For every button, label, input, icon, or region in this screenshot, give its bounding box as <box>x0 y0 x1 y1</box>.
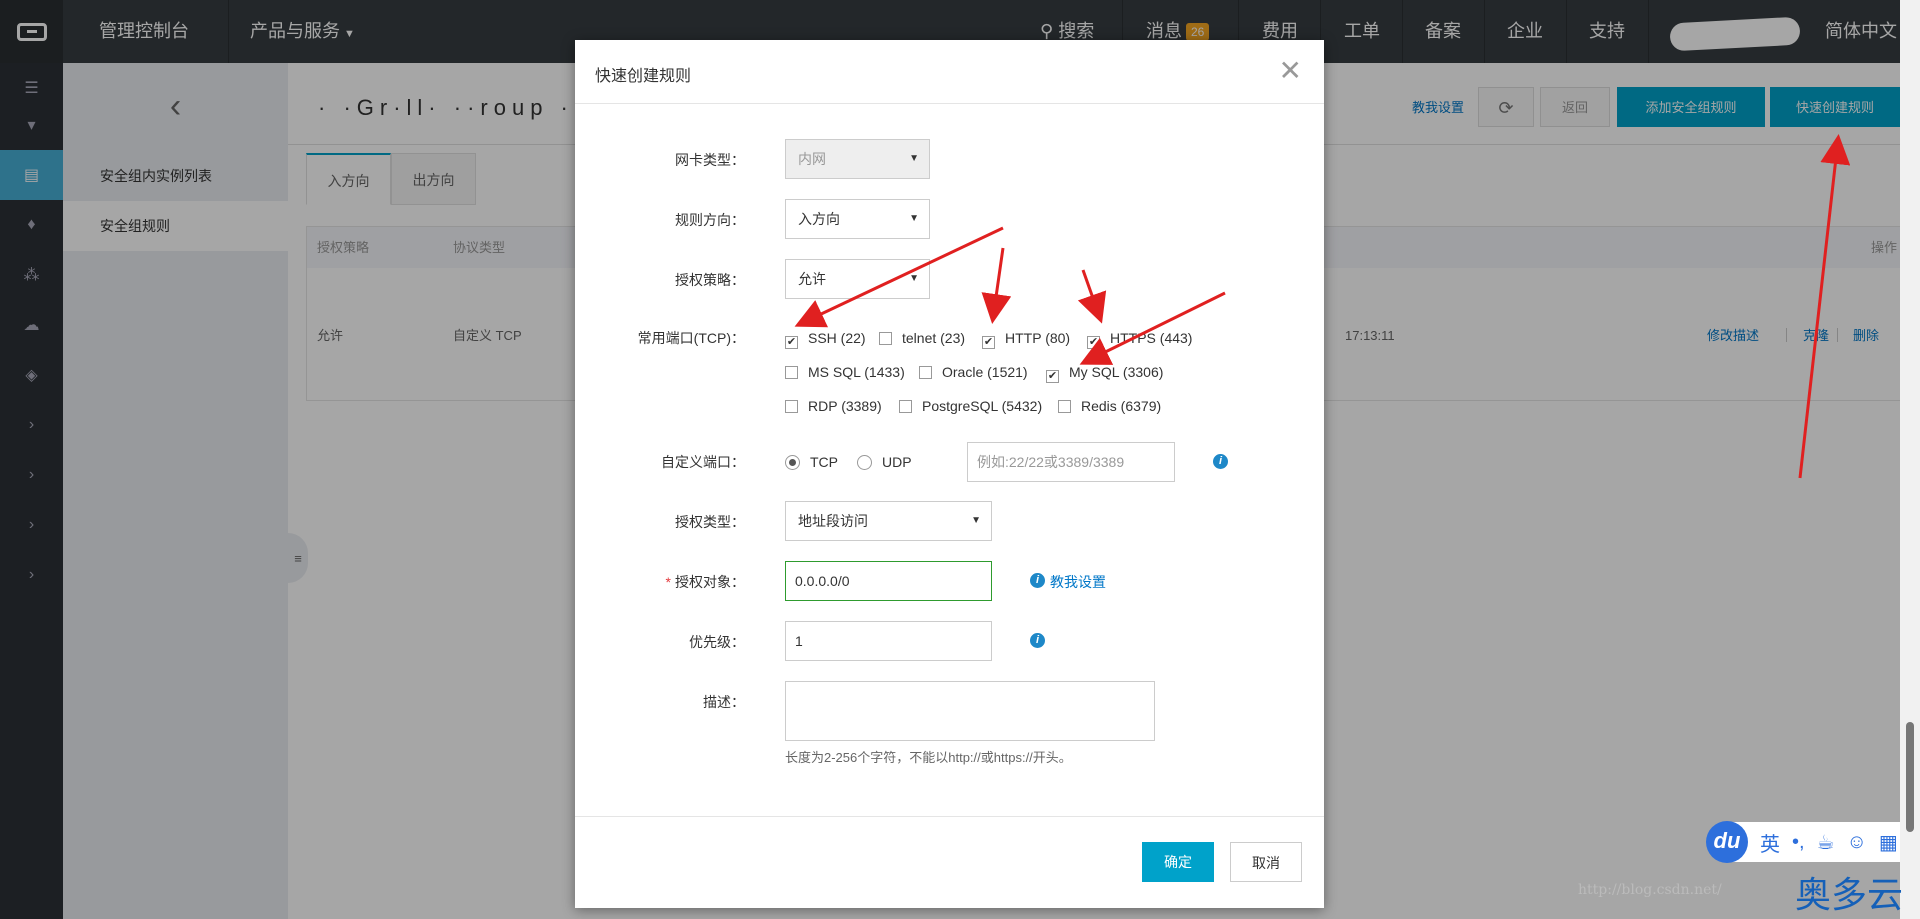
cup-icon[interactable]: ☕ <box>1817 830 1835 855</box>
nic-type-value: 内网 <box>798 151 826 167</box>
radio-off-icon <box>857 455 872 470</box>
watermark-url: http://blog.csdn.net/ <box>1578 882 1722 898</box>
port-checkbox[interactable]: RDP (3389) <box>785 396 882 416</box>
required-mark: * <box>665 574 671 590</box>
description-label: 描述： <box>703 694 745 710</box>
caret-down-icon: ▼ <box>971 515 981 526</box>
close-icon[interactable]: ✕ <box>1279 54 1302 87</box>
direction-label: 规则方向： <box>675 212 745 228</box>
port-checkbox[interactable]: Oracle (1521) <box>919 362 1028 382</box>
udp-radio[interactable]: UDP <box>857 452 912 472</box>
caret-down-icon: ▼ <box>909 153 919 164</box>
brand-logo: 奥多云 <box>1795 875 1904 916</box>
direction-value: 入方向 <box>798 211 840 227</box>
port-checkbox[interactable]: PostgreSQL (5432) <box>899 396 1042 416</box>
auth-type-label: 授权类型： <box>675 514 745 530</box>
port-label: RDP (3389) <box>808 398 882 414</box>
port-label: My SQL (3306) <box>1069 364 1164 380</box>
common-ports-label: 常用端口(TCP)： <box>637 330 745 346</box>
baidu-ime-icon[interactable]: du <box>1706 821 1748 863</box>
port-checkbox[interactable]: MS SQL (1433) <box>785 362 905 382</box>
radio-on-icon <box>785 455 800 470</box>
priority-label: 优先级： <box>689 634 745 650</box>
grid-icon[interactable]: ▦ <box>1879 830 1898 855</box>
page-scrollbar[interactable] <box>1900 0 1920 919</box>
checkbox-unchecked-icon <box>785 400 798 413</box>
port-checkbox[interactable]: ✔ HTTPS (443) <box>1087 328 1193 349</box>
priority-input[interactable]: 1 <box>785 621 992 661</box>
punctuation-icon[interactable]: •, <box>1792 831 1805 854</box>
direction-select[interactable]: 入方向 ▼ <box>785 199 930 239</box>
checkbox-checked-icon: ✔ <box>1046 370 1059 383</box>
dialog-title: 快速创建规则 <box>595 68 692 85</box>
port-checkbox[interactable]: ✔ SSH (22) <box>785 328 866 349</box>
quick-rule-dialog: 快速创建规则 ✕ 网卡类型： 内网 ▼ 规则方向： 入方向 ▼ 授权策略： 允许 ▼ … <box>575 40 1324 908</box>
nic-type-label: 网卡类型： <box>675 152 745 168</box>
dialog-header: 快速创建规则 ✕ <box>575 40 1324 104</box>
policy-select[interactable]: 允许 ▼ <box>785 259 930 299</box>
user-icon[interactable]: ☺ <box>1847 831 1867 854</box>
policy-value: 允许 <box>798 271 826 287</box>
info-icon[interactable]: i <box>1030 633 1045 648</box>
custom-port-label: 自定义端口： <box>661 454 745 470</box>
checkbox-unchecked-icon <box>919 366 932 379</box>
policy-label: 授权策略： <box>675 272 745 288</box>
checkbox-checked-icon: ✔ <box>982 336 995 349</box>
port-label: Redis (6379) <box>1081 398 1162 414</box>
tcp-label: TCP <box>810 454 838 470</box>
caret-down-icon: ▼ <box>909 273 919 284</box>
auth-object-label-text: 授权对象： <box>675 574 745 590</box>
cancel-button[interactable]: 取消 <box>1230 842 1302 882</box>
checkbox-unchecked-icon <box>785 366 798 379</box>
description-hint: 长度为2-256个字符，不能以http://或https://开头。 <box>785 750 1072 765</box>
checkbox-checked-icon: ✔ <box>785 336 798 349</box>
tcp-radio[interactable]: TCP <box>785 452 838 472</box>
checkbox-unchecked-icon <box>1058 400 1071 413</box>
auth-type-select[interactable]: 地址段访问 ▼ <box>785 501 992 541</box>
port-label: Oracle (1521) <box>942 364 1028 380</box>
ime-toolbar[interactable]: du 英 •, ☕ ☺ ▦ <box>1706 821 1900 863</box>
dialog-footer: 确定 取消 <box>575 816 1324 908</box>
custom-port-input[interactable]: 例如:22/22或3389/3389 <box>967 442 1175 482</box>
port-checkbox[interactable]: telnet (23) <box>879 328 965 348</box>
ime-lang[interactable]: 英 <box>1760 828 1780 857</box>
port-label: telnet (23) <box>902 330 966 346</box>
port-label: SSH (22) <box>808 330 866 346</box>
port-checkbox[interactable]: Redis (6379) <box>1058 396 1161 416</box>
checkbox-unchecked-icon <box>899 400 912 413</box>
port-checkbox[interactable]: ✔ HTTP (80) <box>982 328 1071 349</box>
caret-down-icon: ▼ <box>909 213 919 224</box>
auth-type-value: 地址段访问 <box>798 513 868 529</box>
port-label: PostgreSQL (5432) <box>922 398 1043 414</box>
auth-object-input[interactable]: 0.0.0.0/0 <box>785 561 992 601</box>
port-label: MS SQL (1433) <box>808 364 905 380</box>
scrollbar-thumb[interactable] <box>1906 722 1914 832</box>
checkbox-unchecked-icon <box>879 332 892 345</box>
nic-type-select[interactable]: 内网 ▼ <box>785 139 930 179</box>
port-label: HTTP (80) <box>1005 330 1071 346</box>
checkbox-checked-icon: ✔ <box>1087 336 1100 349</box>
udp-label: UDP <box>882 454 912 470</box>
port-checkbox[interactable]: ✔ My SQL (3306) <box>1046 362 1164 383</box>
description-textarea[interactable] <box>785 681 1155 741</box>
auth-object-label: * 授权对象： <box>575 572 745 592</box>
teach-link[interactable]: 教我设置 <box>1050 572 1106 592</box>
port-label: HTTPS (443) <box>1110 330 1193 346</box>
confirm-button[interactable]: 确定 <box>1142 842 1214 882</box>
info-icon[interactable]: i <box>1213 454 1228 469</box>
info-icon[interactable]: i <box>1030 573 1045 588</box>
